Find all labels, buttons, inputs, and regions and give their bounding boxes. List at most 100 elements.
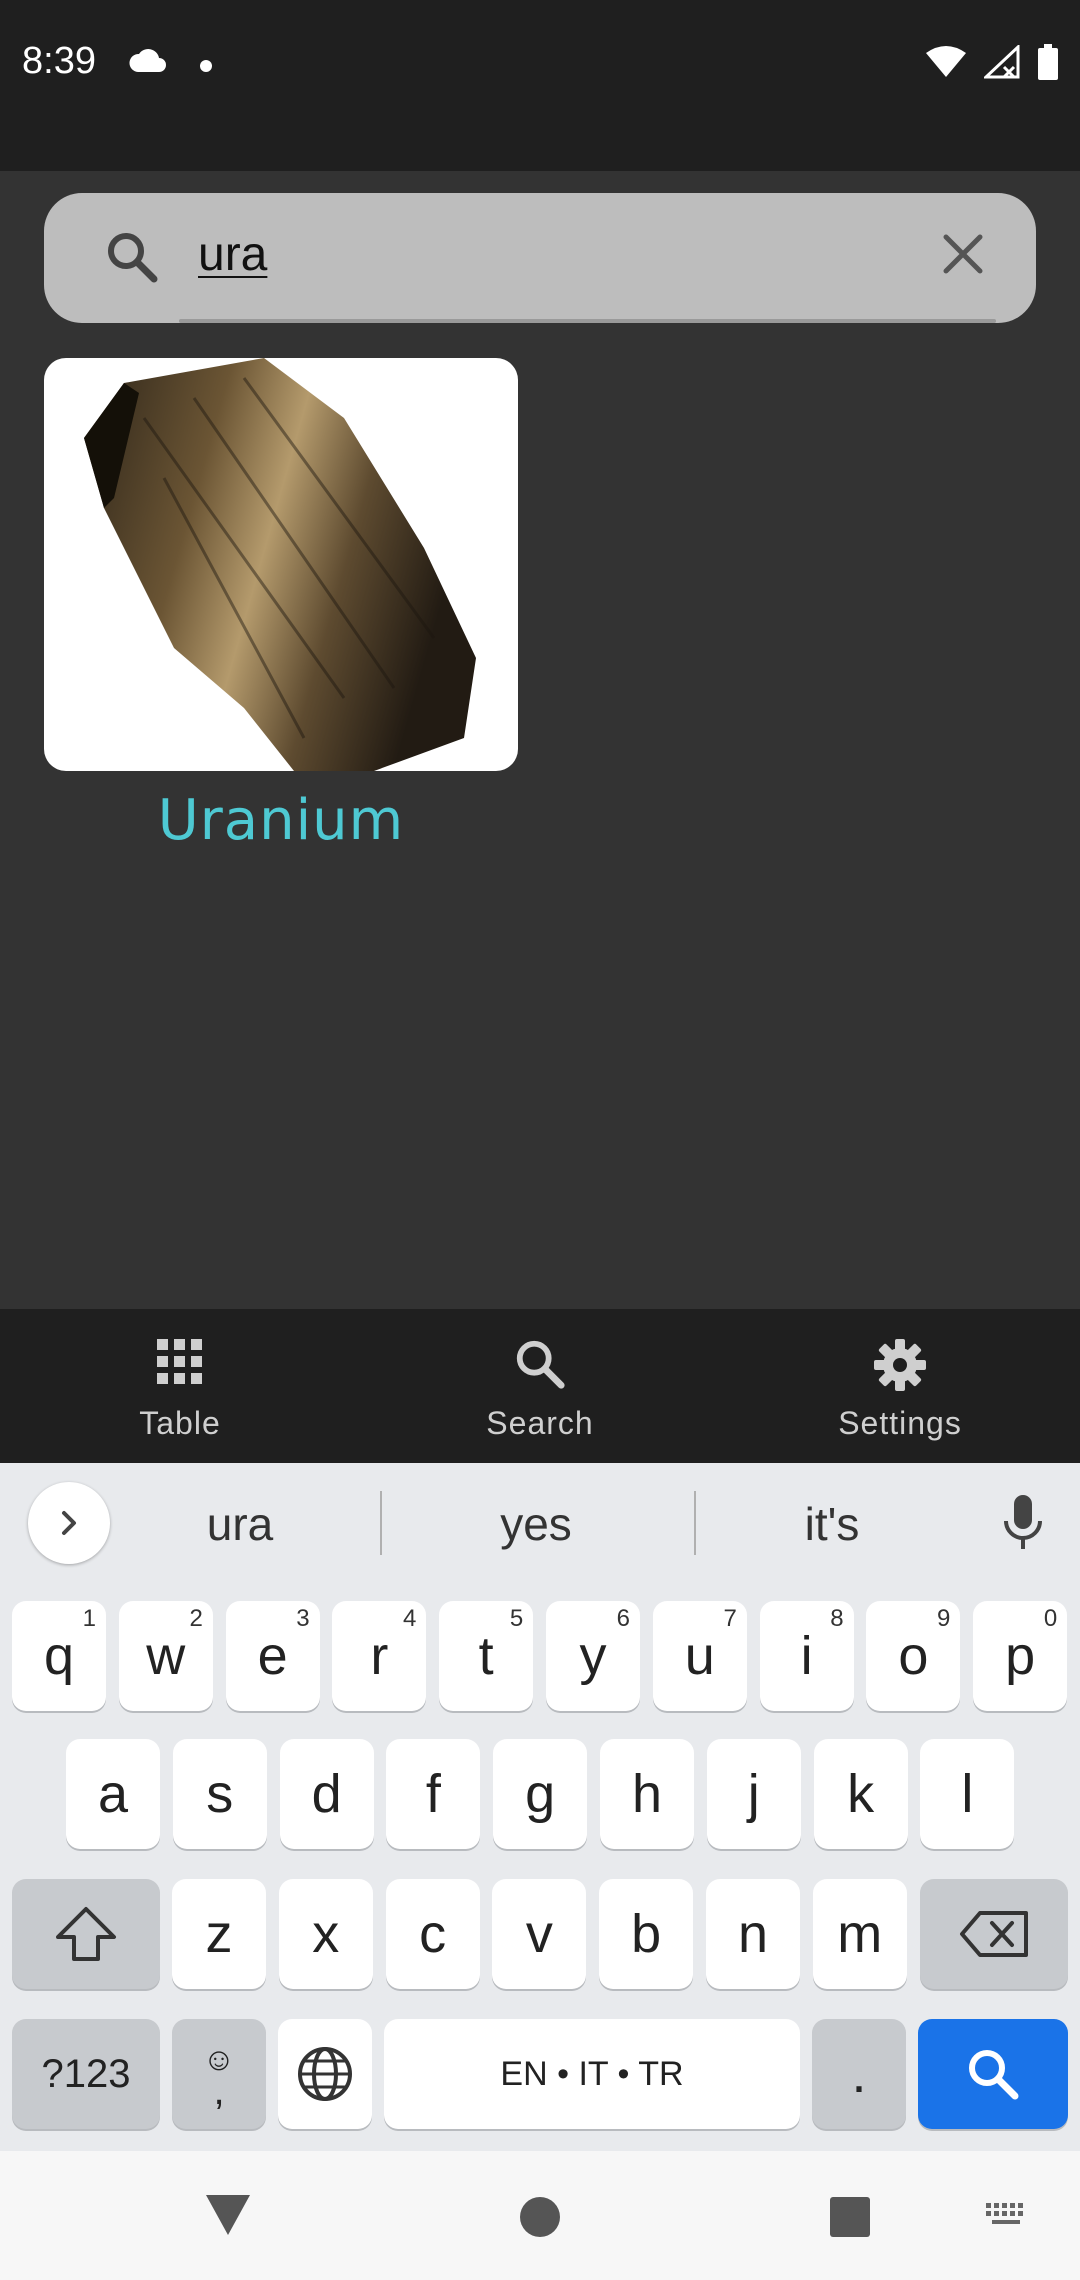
shift-arrow-icon (56, 1907, 116, 1961)
nav-item-search[interactable]: Search (360, 1309, 720, 1463)
key-label: y (579, 1626, 607, 1686)
search-icon (104, 229, 160, 290)
search-icon (969, 2050, 1019, 2100)
comma-label: , (213, 2069, 225, 2113)
key-v[interactable]: v (492, 1879, 587, 1989)
backspace-icon (960, 1911, 1028, 1957)
home-icon[interactable] (518, 2195, 562, 2244)
suggestion-strip: ura yes it's (0, 1463, 1080, 1583)
key-o[interactable]: o9 (866, 1601, 961, 1711)
key-l[interactable]: l (920, 1739, 1015, 1849)
element-card-image[interactable] (44, 358, 518, 771)
app-top-strip (0, 135, 1080, 171)
key-u[interactable]: u7 (652, 1601, 747, 1711)
key-label: t (478, 1626, 494, 1686)
key-hint: 4 (403, 1605, 417, 1632)
key-label: q (43, 1626, 75, 1686)
key-label: r (370, 1626, 389, 1686)
key-label: o (898, 1626, 929, 1686)
key-c[interactable]: c (385, 1879, 480, 1989)
space-key[interactable]: EN • IT • TR (384, 2019, 800, 2129)
key-x[interactable]: x (278, 1879, 373, 1989)
key-hint: 2 (189, 1605, 203, 1632)
key-t[interactable]: t5 (439, 1601, 534, 1711)
key-y[interactable]: y6 (546, 1601, 640, 1711)
shift-key[interactable] (12, 1879, 160, 1989)
nav-item-table[interactable]: Table (0, 1309, 360, 1463)
suggestion-divider (694, 1491, 696, 1555)
key-z[interactable]: z (172, 1879, 266, 1989)
grid-icon (0, 1337, 360, 1387)
globe-icon (298, 2047, 352, 2101)
key-e[interactable]: e3 (225, 1601, 320, 1711)
key-w[interactable]: w2 (118, 1601, 213, 1711)
cell-signal-icon (982, 43, 1020, 84)
key-q[interactable]: q1 (12, 1601, 106, 1711)
uranium-sample-image (84, 358, 476, 771)
key-hint: 8 (830, 1605, 844, 1632)
soft-keyboard: ura yes it's q1w2e3r4t5y6u7i8o9p0 asdfgh… (0, 1463, 1080, 2151)
symbols-key[interactable]: ?123 (12, 2019, 160, 2129)
notification-dot-icon (200, 60, 212, 72)
search-input[interactable]: ura (198, 227, 267, 282)
key-f[interactable]: f (386, 1739, 481, 1849)
key-hint: 0 (1043, 1605, 1058, 1632)
back-icon[interactable] (204, 2193, 252, 2242)
key-label: p (1005, 1626, 1036, 1686)
search-field[interactable]: ura (44, 193, 1036, 323)
microphone-icon[interactable] (998, 1493, 1048, 1558)
suggestion-1[interactable]: ura (110, 1497, 370, 1551)
key-hint: 7 (723, 1605, 737, 1632)
search-icon (360, 1337, 720, 1391)
key-hint: 6 (616, 1605, 630, 1632)
keyboard-hide-icon[interactable] (984, 2201, 1028, 2236)
key-b[interactable]: b (599, 1879, 694, 1989)
cloud-icon (128, 48, 168, 79)
nav-label-search: Search (486, 1405, 594, 1441)
key-n[interactable]: n (706, 1879, 800, 1989)
key-g[interactable]: g (493, 1739, 588, 1849)
key-m[interactable]: m (812, 1879, 907, 1989)
gear-icon (720, 1337, 1080, 1393)
emoji-comma-key[interactable]: ☺ , (172, 2019, 266, 2129)
status-time: 8:39 (22, 40, 96, 82)
nav-label-table: Table (139, 1405, 221, 1441)
element-name[interactable]: Uranium (44, 788, 518, 853)
search-action-key[interactable] (918, 2019, 1068, 2129)
recents-icon[interactable] (828, 2195, 872, 2244)
close-icon[interactable] (940, 231, 986, 282)
backspace-key[interactable] (920, 1879, 1068, 1989)
key-label: w (146, 1626, 186, 1686)
key-r[interactable]: r4 (332, 1601, 427, 1711)
wifi-icon (926, 45, 966, 84)
suggestion-3[interactable]: it's (702, 1497, 962, 1551)
nav-label-settings: Settings (838, 1405, 962, 1441)
battery-icon (1038, 44, 1058, 85)
key-i[interactable]: i8 (759, 1601, 854, 1711)
expand-toolbar-button[interactable] (28, 1482, 110, 1564)
language-key[interactable] (278, 2019, 372, 2129)
key-d[interactable]: d (279, 1739, 374, 1849)
nav-item-settings[interactable]: Settings (720, 1309, 1080, 1463)
key-label: e (257, 1626, 288, 1686)
status-bar: 8:39 (0, 0, 1080, 135)
system-navigation-bar (0, 2151, 1080, 2280)
chevron-right-icon (62, 1511, 76, 1535)
key-k[interactable]: k (813, 1739, 908, 1849)
key-a[interactable]: a (66, 1739, 160, 1849)
suggestion-2[interactable]: yes (406, 1497, 666, 1551)
suggestion-divider (380, 1491, 382, 1555)
key-hint: 9 (937, 1605, 951, 1632)
key-h[interactable]: h (600, 1739, 694, 1849)
key-label: i (800, 1626, 813, 1686)
key-hint: 3 (296, 1605, 310, 1632)
status-icons (926, 43, 1058, 85)
key-p[interactable]: p0 (973, 1601, 1068, 1711)
key-label: u (684, 1626, 715, 1686)
main-content: ura Uranium (0, 171, 1080, 1309)
bottom-navigation: Table Search Settings (0, 1309, 1080, 1463)
key-j[interactable]: j (706, 1739, 801, 1849)
key-hint: 5 (509, 1605, 524, 1632)
period-key[interactable]: . (812, 2019, 906, 2129)
key-s[interactable]: s (172, 1739, 267, 1849)
